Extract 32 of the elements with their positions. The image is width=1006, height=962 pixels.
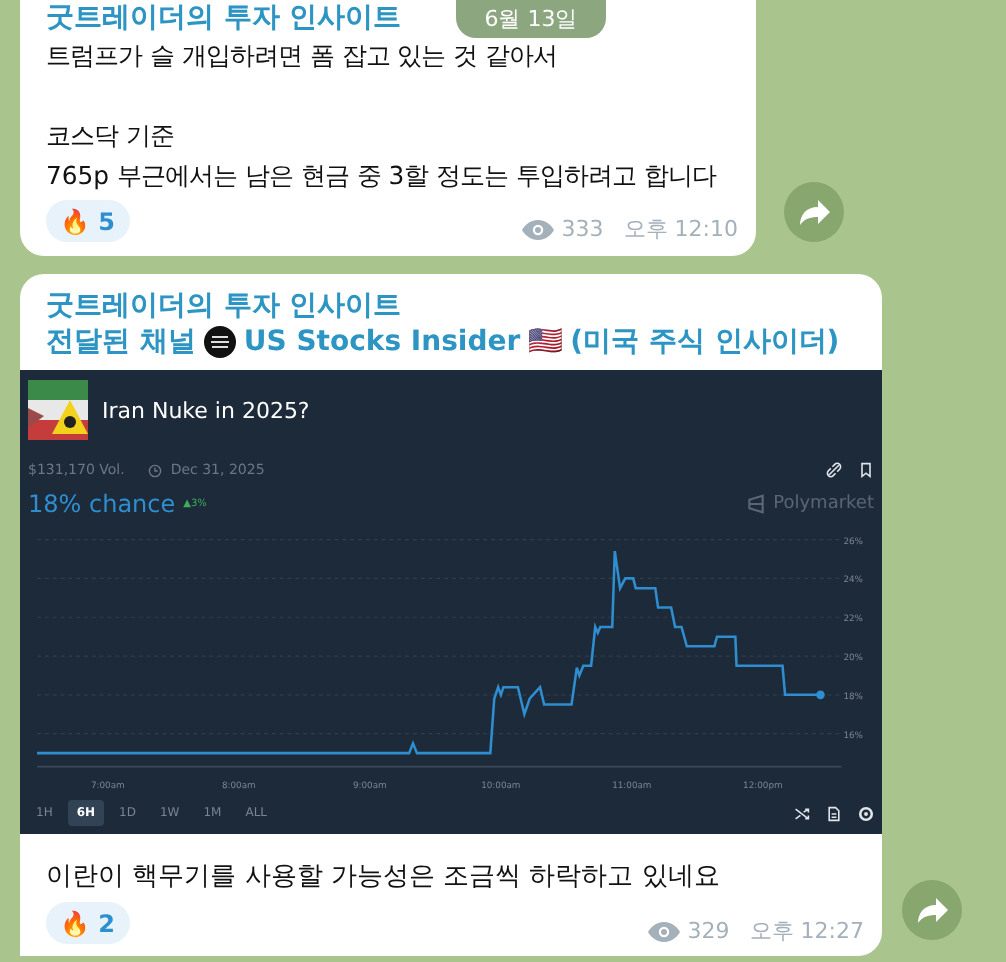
- reaction-button[interactable]: 🔥 5: [46, 200, 130, 242]
- flag-emoji: 🇺🇸: [528, 324, 563, 360]
- bookmark-icon[interactable]: [858, 462, 874, 478]
- message-text: 코스닥 기준: [46, 118, 174, 154]
- message-time: 오후 12:10: [623, 214, 738, 244]
- message-time: 오후 12:27: [749, 916, 864, 946]
- channel-name[interactable]: 굿트레이더의 투자 인사이트: [46, 0, 402, 36]
- document-icon[interactable]: [826, 805, 842, 821]
- view-count: 329: [687, 918, 730, 944]
- brand-name: Polymarket: [773, 494, 874, 514]
- eye-icon: [647, 921, 680, 941]
- message-text: 이란이 핵무기를 사용할 가능성은 조금씩 하락하고 있네요: [46, 860, 720, 896]
- logo-icon: [745, 494, 766, 514]
- share-icon[interactable]: [902, 880, 962, 940]
- source-channel-subtitle: (미국 주식 인사이더): [570, 324, 840, 360]
- chance-value: 18% chance: [28, 490, 176, 518]
- settings-icon[interactable]: [858, 805, 874, 821]
- shuffle-icon[interactable]: [794, 805, 810, 821]
- channel-avatar-icon: [203, 326, 236, 358]
- source-channel-link[interactable]: US Stocks Insider: [243, 324, 521, 360]
- view-count: 333: [561, 216, 604, 242]
- market-title: Iran Nuke in 2025?: [102, 397, 310, 423]
- link-icon[interactable]: [826, 462, 842, 478]
- message-text: 트럼프가 슬 개입하려면 폼 잡고 있는 것 같아서: [46, 38, 558, 74]
- clock-icon: [148, 463, 163, 477]
- channel-name[interactable]: 굿트레이더의 투자 인사이트: [46, 288, 402, 324]
- share-icon[interactable]: [784, 182, 844, 242]
- date-badge: 6월 13일: [456, 0, 606, 38]
- eye-icon: [521, 219, 554, 239]
- forwarded-label: 전달된 채널: [46, 324, 196, 360]
- reaction-button[interactable]: 🔥 2: [46, 902, 130, 944]
- message-text: 765p 부근에서는 남은 현금 중 3할 정도는 투입하려고 합니다: [46, 158, 716, 194]
